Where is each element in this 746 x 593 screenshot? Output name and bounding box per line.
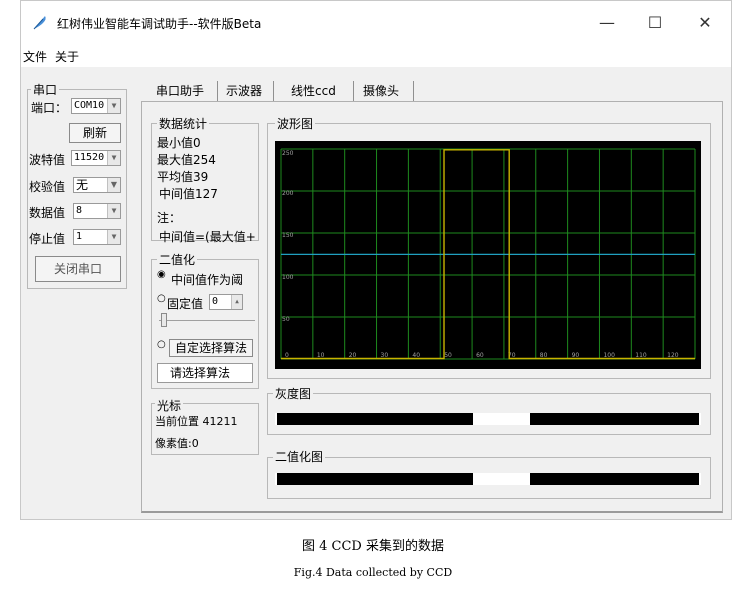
minimize-button[interactable]: — xyxy=(587,11,627,35)
parity-label: 校验值 xyxy=(29,180,66,194)
stat-avg: 平均值39 xyxy=(157,170,209,184)
chevron-down-icon: ▼ xyxy=(107,178,120,192)
app-window: 红树伟业智能车调试助手--软件版Beta — ☐ ✕ 文件 关于 串口 端口： … xyxy=(20,0,732,520)
algorithm-select[interactable]: 请选择算法 xyxy=(157,363,253,383)
tab-divider xyxy=(413,81,414,101)
tab-divider xyxy=(273,81,274,101)
close-button[interactable]: ✕ xyxy=(685,11,725,35)
gray-dark-segment-right xyxy=(529,413,699,425)
close-port-button[interactable]: 关闭串口 xyxy=(35,256,121,282)
fixed-value-stepper[interactable]: 0 ▲ xyxy=(209,294,243,310)
waveform-group-title: 波形图 xyxy=(275,115,316,132)
radio-fixed-icon[interactable]: ○ xyxy=(157,293,166,304)
tab-camera[interactable]: 摄像头 xyxy=(363,81,399,101)
parity-value: 无 xyxy=(76,178,89,192)
stats-group-title: 数据统计 xyxy=(157,115,210,132)
waveform-plot: 0 10 20 30 40 50 60 70 80 90 100 110 120 25020015010… xyxy=(275,141,701,369)
y-tick-label: 50 xyxy=(282,316,290,323)
radio-mid-icon[interactable]: ◉ xyxy=(157,269,166,280)
stat-note-text: 中间值=(最大值+ xyxy=(159,230,256,244)
radio-mid-label: 中间值作为阈 xyxy=(171,273,244,287)
y-tick-label: 200 xyxy=(282,190,294,197)
menu-bar xyxy=(21,45,731,67)
x-tick-label: 50 xyxy=(444,352,452,359)
port-value: COM10 xyxy=(74,100,105,111)
custom-algorithm-button[interactable]: 自定选择算法 xyxy=(169,339,253,357)
parity-select[interactable]: 无 ▼ xyxy=(73,177,121,193)
refresh-button[interactable]: 刷新 xyxy=(69,123,121,143)
baud-select[interactable]: 11520 ▼ xyxy=(71,150,121,166)
binary-strip xyxy=(275,473,701,485)
tab-oscilloscope[interactable]: 示波器 xyxy=(226,81,262,101)
figure-caption-en: Fig.4 Data collected by CCD xyxy=(293,566,453,579)
stopbits-select[interactable]: 1 ▼ xyxy=(73,229,121,245)
stepper-arrows-icon: ▲ xyxy=(231,295,242,309)
fixed-value: 0 xyxy=(212,296,219,307)
stat-min: 最小值0 xyxy=(157,136,201,150)
baud-value: 11520 xyxy=(74,152,105,163)
maximize-button[interactable]: ☐ xyxy=(635,11,675,35)
app-feather-icon xyxy=(31,13,49,34)
x-tick-label: 60 xyxy=(476,352,484,359)
databits-value: 8 xyxy=(76,205,83,216)
radio-custom-icon[interactable]: ○ xyxy=(157,339,166,350)
threshold-slider-handle[interactable] xyxy=(161,313,167,327)
menu-about[interactable]: 关于 xyxy=(55,48,79,65)
chevron-down-icon: ▼ xyxy=(107,99,120,113)
cursor-pixel: 像素值:0 xyxy=(155,437,199,450)
stopbits-value: 1 xyxy=(76,231,83,242)
stat-mid: 中间值127 xyxy=(159,187,218,201)
port-select[interactable]: COM10 ▼ xyxy=(71,98,121,114)
figure-caption-cn: 图 4 CCD 采集到的数据 xyxy=(302,539,444,554)
chevron-down-icon: ▼ xyxy=(107,151,120,165)
gray-strip xyxy=(275,413,701,425)
cursor-group-title: 光标 xyxy=(155,397,184,414)
title-bar: 红树伟业智能车调试助手--软件版Beta — ☐ ✕ xyxy=(21,1,731,45)
menu-file[interactable]: 文件 xyxy=(23,48,47,65)
y-tick-label: 150 xyxy=(282,232,294,239)
databits-select[interactable]: 8 ▼ xyxy=(73,203,121,219)
binarize-group-title: 二值化 xyxy=(157,251,198,268)
binary-dark-segment-right xyxy=(529,473,699,485)
threshold-slider-track xyxy=(159,320,255,321)
serial-group-title: 串口 xyxy=(31,81,60,98)
tab-divider xyxy=(217,81,218,101)
tab-linear-ccd[interactable]: 线性ccd xyxy=(291,81,336,101)
gray-group-title: 灰度图 xyxy=(273,385,314,402)
y-tick-label: 250 xyxy=(282,150,294,157)
tab-serial-assistant[interactable]: 串口助手 xyxy=(156,81,204,101)
binary-group-title: 二值化图 xyxy=(273,448,326,465)
chevron-down-icon: ▼ xyxy=(107,230,120,244)
port-label: 端口： xyxy=(31,101,68,115)
radio-fixed-label: 固定值 xyxy=(167,297,204,311)
stat-max: 最大值254 xyxy=(157,153,216,167)
gray-dark-segment-left xyxy=(277,413,473,425)
baud-label: 波特值 xyxy=(29,153,66,167)
databits-label: 数据值 xyxy=(29,206,66,220)
y-tick-label: 100 xyxy=(282,274,294,281)
tab-divider xyxy=(353,81,354,101)
window-title: 红树伟业智能车调试助手--软件版Beta xyxy=(57,17,262,31)
stat-note: 注： xyxy=(157,211,182,225)
stopbits-label: 停止值 xyxy=(29,232,66,246)
chevron-down-icon: ▼ xyxy=(107,204,120,218)
binary-dark-segment-left xyxy=(277,473,473,485)
cursor-position: 当前位置 41211 xyxy=(155,415,238,428)
